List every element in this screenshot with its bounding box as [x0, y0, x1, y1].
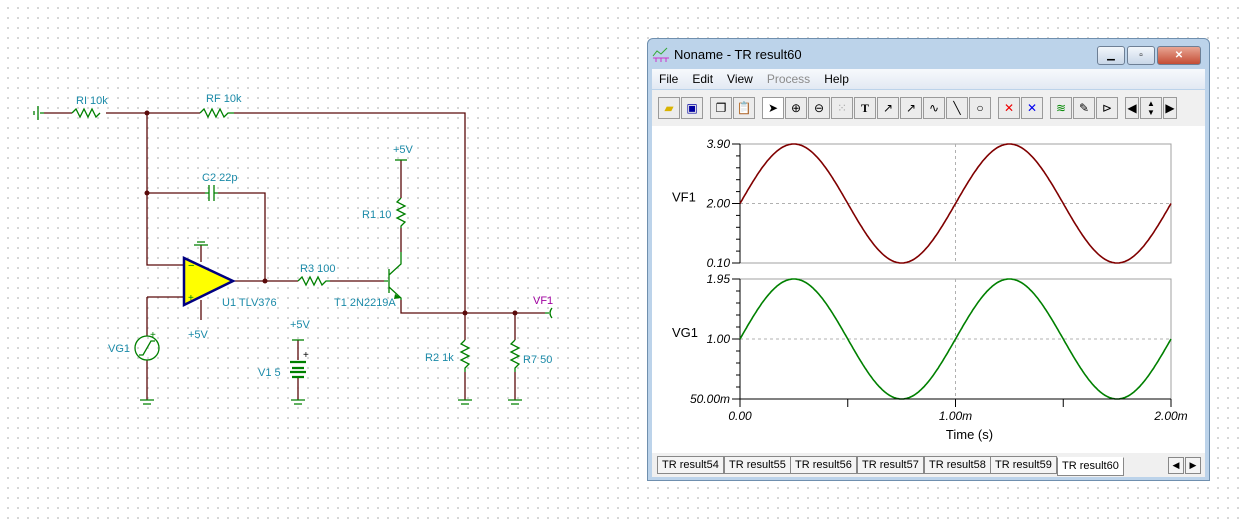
tab-tr-result57[interactable]: TR result57 — [857, 456, 924, 474]
label-vcc-t1: +5V — [393, 144, 414, 156]
capacitor-c2[interactable] — [205, 185, 218, 201]
window-title: Noname - TR result60 — [674, 46, 802, 62]
y-tick-label: 50.00m — [690, 392, 730, 406]
minimize-button[interactable]: ▁ — [1097, 46, 1125, 65]
probe-icon[interactable]: ✎ — [1073, 97, 1095, 119]
cursor-a-icon[interactable]: ✕ — [998, 97, 1020, 119]
menu-process: Process — [766, 72, 811, 86]
resistor-rf[interactable] — [199, 107, 234, 119]
flag-icon[interactable]: ⊳ — [1096, 97, 1118, 119]
svg-text:+: + — [150, 330, 156, 341]
svg-text:+: + — [303, 350, 309, 361]
text-icon[interactable]: T — [854, 97, 876, 119]
tab-tr-result60[interactable]: TR result60 — [1057, 457, 1124, 476]
label-vg1: VG1 — [108, 343, 130, 355]
pointer-icon[interactable]: ➤ — [762, 97, 784, 119]
resistor-r3[interactable] — [297, 275, 330, 287]
y-axis-label: VF1 — [672, 190, 696, 205]
tab-tr-result59[interactable]: TR result59 — [990, 456, 1057, 474]
y-tick-label: 3.90 — [707, 137, 731, 151]
menu-bar: File Edit View Process Help — [652, 69, 1205, 89]
transistor-t1[interactable] — [384, 252, 402, 300]
y-tick-label: 0.10 — [707, 256, 731, 270]
tab-tr-result55[interactable]: TR result55 — [724, 456, 791, 474]
zoom-in-icon[interactable]: ⊕ — [785, 97, 807, 119]
label-vcc-v1: +5V — [290, 319, 311, 331]
zoom-100-icon[interactable]: ⊖ — [808, 97, 830, 119]
menu-view[interactable]: View — [720, 72, 760, 86]
label-r2: R2 1k — [425, 352, 454, 364]
label-ri: RI 10k — [76, 95, 108, 107]
maximize-button[interactable]: ▫ — [1127, 46, 1155, 65]
label-r1: R1 10 — [362, 209, 391, 221]
battery-v1[interactable] — [290, 360, 306, 379]
x-tick-label: 2.00m — [1153, 409, 1187, 423]
title-bar[interactable]: Noname - TR result60 ▁ ▫ ✕ — [652, 41, 1205, 67]
app-icon — [652, 47, 669, 62]
ground-icon — [140, 399, 522, 405]
step-source-icon — [139, 340, 155, 356]
curve-label-icon[interactable]: ↗ — [877, 97, 899, 119]
tab-tr-result56[interactable]: TR result56 — [790, 456, 857, 474]
schematic-canvas[interactable]: − + + + RI 10k RF 10k C2 22p +5V R1 10 R3 … — [0, 0, 640, 519]
resistor-r7[interactable] — [509, 339, 521, 372]
tab-tr-result54[interactable]: TR result54 — [657, 456, 724, 474]
menu-edit[interactable]: Edit — [685, 72, 720, 86]
x-axis-label: Time (s) — [946, 427, 993, 442]
result-tabs: TR result54 TR result55 TR result56 TR resu… — [652, 453, 1205, 477]
copy-icon[interactable]: ❐ — [710, 97, 732, 119]
open-folder-icon[interactable]: ▰ — [658, 97, 680, 119]
scroll-right-icon[interactable]: ▶ — [1163, 97, 1177, 119]
label-vf1: VF1 — [533, 295, 553, 307]
add-curves-icon[interactable]: ≋ — [1050, 97, 1072, 119]
scroll-left-icon[interactable]: ◀ — [1125, 97, 1139, 119]
label-vcc-u1: +5V — [188, 329, 209, 341]
circle-icon[interactable]: ○ — [969, 97, 991, 119]
y-tick-label: 1.00 — [707, 332, 731, 346]
svg-text:−: − — [188, 260, 194, 272]
grid-icon[interactable]: ⁙ — [831, 97, 853, 119]
save-icon[interactable]: ▣ — [681, 97, 703, 119]
tr-result-window: Noname - TR result60 ▁ ▫ ✕ File Edit Vie… — [647, 38, 1210, 481]
ground-left-icon — [33, 106, 44, 120]
x-tick-label: 1.00m — [939, 409, 972, 423]
label-t1: T1 2N2219A — [334, 297, 396, 309]
wires — [44, 112, 545, 400]
opamp-ground-icon — [194, 241, 208, 246]
close-button[interactable]: ✕ — [1157, 46, 1201, 65]
label-r3: R3 100 — [300, 263, 335, 275]
tab-scroll-right[interactable]: ▶ — [1185, 457, 1201, 474]
x-tick-label: 0.00 — [728, 409, 752, 423]
label-u1: U1 TLV376 — [222, 297, 277, 309]
y-axis-label: VG1 — [672, 325, 698, 340]
paste-icon[interactable]: 📋 — [733, 97, 755, 119]
curve-legend-icon[interactable]: ∿ — [923, 97, 945, 119]
toolbar: ▰ ▣ ❐ 📋 ➤ ⊕ ⊖ ⁙ T ↗ ↗ ∿ ╲ ○ ✕ ✕ ≋ ✎ ⊳ ◀ … — [652, 90, 1205, 126]
label-r7: R7 50 — [523, 354, 552, 366]
label-v1: V1 5 — [258, 367, 281, 379]
y-tick-label: 1.95 — [707, 272, 731, 286]
svg-text:+: + — [188, 293, 194, 304]
cursor-b-icon[interactable]: ✕ — [1021, 97, 1043, 119]
curve-question-icon[interactable]: ↗ — [900, 97, 922, 119]
probe-vf1-icon — [545, 307, 553, 319]
plot-area[interactable]: 0.10 2.00 3.90 VF1 50.00m 1.00 1.95 VG1 0.00 1.00… — [652, 126, 1205, 453]
line-icon[interactable]: ╲ — [946, 97, 968, 119]
resistor-r1[interactable] — [395, 197, 407, 228]
tab-tr-result58[interactable]: TR result58 — [924, 456, 991, 474]
scroll-updown-icon[interactable]: ▲ ▼ — [1140, 97, 1162, 119]
menu-file[interactable]: File — [652, 72, 685, 86]
y-tick-label: 2.00 — [706, 197, 731, 211]
menu-help[interactable]: Help — [817, 72, 856, 86]
label-c2: C2 22p — [202, 172, 237, 184]
tab-scroll-left[interactable]: ◀ — [1168, 457, 1184, 474]
waveform-chart: 0.10 2.00 3.90 VF1 50.00m 1.00 1.95 VG1 0.00 1.00… — [672, 137, 1188, 442]
label-rf: RF 10k — [206, 93, 242, 105]
resistor-r2[interactable] — [459, 339, 471, 372]
resistor-ri[interactable] — [71, 107, 101, 119]
